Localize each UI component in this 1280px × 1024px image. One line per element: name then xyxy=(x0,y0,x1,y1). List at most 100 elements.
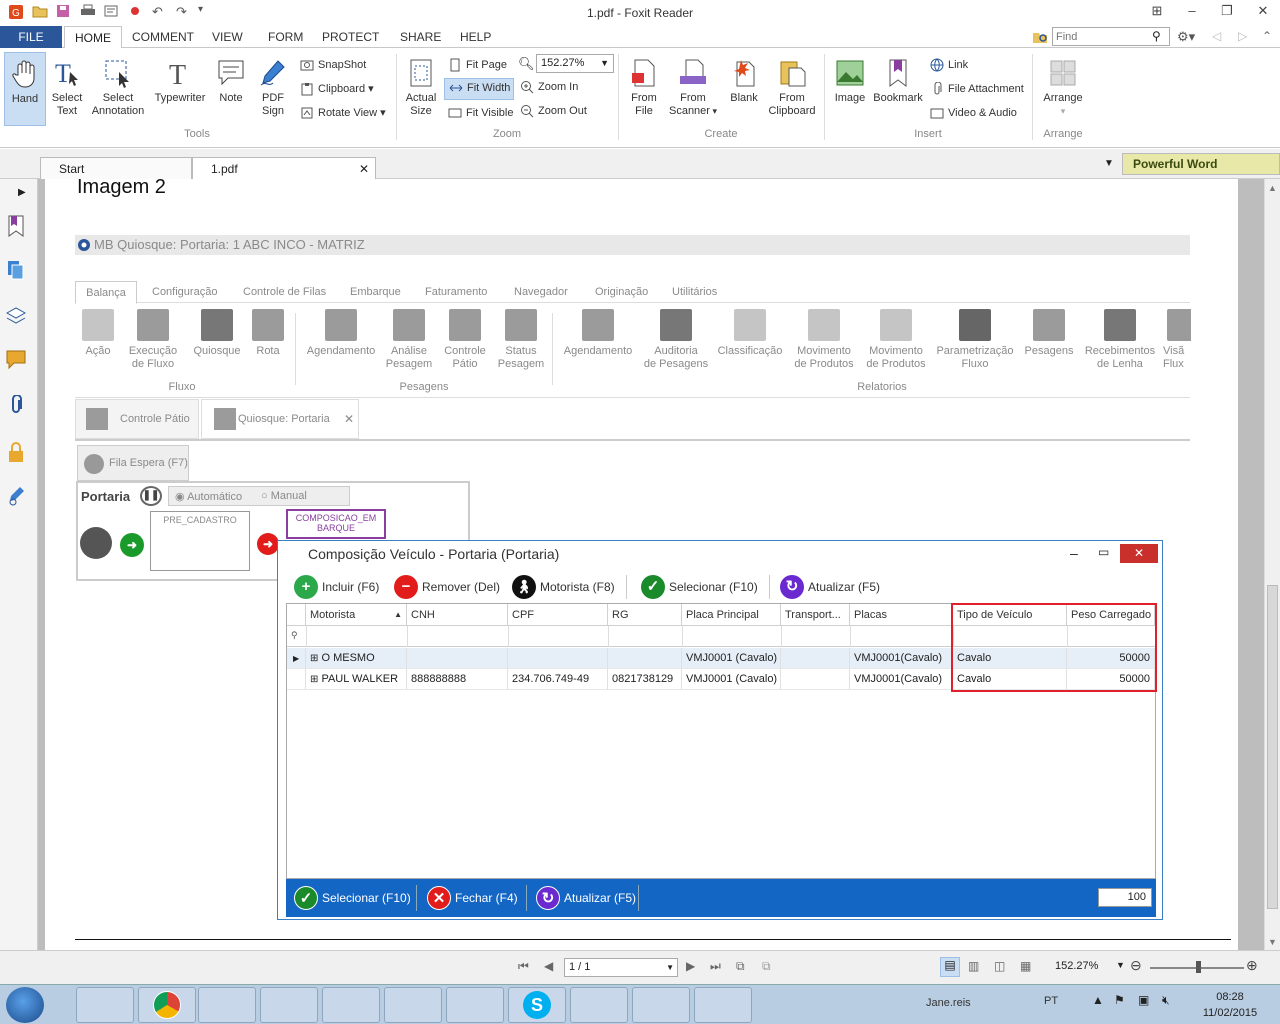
expand-icon[interactable]: ⊞ xyxy=(310,653,318,664)
language-indicator[interactable]: PT xyxy=(1044,995,1058,1007)
acao-button[interactable]: Ação xyxy=(81,309,115,358)
automatico-radio[interactable]: ◉ Automático xyxy=(175,490,242,503)
fit-width-button[interactable]: Fit Width xyxy=(444,78,514,100)
volume-icon[interactable]: 🔇︎ xyxy=(1162,993,1170,1008)
app-taskbar-icon[interactable] xyxy=(694,987,752,1023)
cell-cpf[interactable]: 234.706.749-49 xyxy=(508,669,608,690)
auditoria-pesagens-button[interactable]: Auditoria de Pesagens xyxy=(641,309,711,371)
close-tab-icon[interactable]: ✕ xyxy=(359,158,369,180)
expand-panel-icon[interactable]: ▶ xyxy=(18,187,26,198)
continuous-view-icon[interactable]: ▥ xyxy=(968,959,979,973)
actual-size-button[interactable]: Actual Size xyxy=(402,58,440,118)
rotate-view-button[interactable]: Rotate View ▾ xyxy=(300,104,386,122)
app-tab-embarque[interactable]: Embarque xyxy=(350,286,401,298)
chrome-taskbar-icon[interactable] xyxy=(138,987,196,1023)
fit-page-button[interactable]: Fit Page xyxy=(448,56,507,74)
dialog-minimize-button[interactable]: – xyxy=(1070,545,1078,561)
column-header-cpf[interactable]: CPF xyxy=(508,604,608,626)
next-page-icon[interactable]: ▶ xyxy=(686,959,695,973)
cell-cnh[interactable]: 888888888 xyxy=(407,669,508,690)
incluir-button[interactable]: + Incluir (F6) xyxy=(294,575,379,599)
tab-comment[interactable]: COMMENT xyxy=(132,30,194,44)
blank-button[interactable]: Blank xyxy=(724,58,764,105)
snapshot-button[interactable]: SnapShot xyxy=(300,56,366,74)
composicao-embarque-box[interactable]: COMPOSICAO_EM BARQUE xyxy=(286,509,386,539)
app-taskbar-icon[interactable] xyxy=(570,987,628,1023)
from-scanner-button[interactable]: From Scanner ▾ xyxy=(666,58,720,118)
comments-icon[interactable] xyxy=(6,349,30,373)
quiosque-button[interactable]: Quiosque xyxy=(191,309,243,358)
dialog-close-button[interactable]: ✕ xyxy=(1120,544,1158,563)
skype-taskbar-icon[interactable]: S xyxy=(508,987,566,1023)
tab-share[interactable]: SHARE xyxy=(400,30,441,44)
app-tab-navegador[interactable]: Navegador xyxy=(514,286,568,298)
cell-transportadora[interactable] xyxy=(781,669,850,690)
fit-visible-button[interactable]: Fit Visible xyxy=(448,104,513,122)
network-taskbar-icon[interactable] xyxy=(446,987,504,1023)
fila-espera-button[interactable]: Fila Espera (F7) xyxy=(77,445,189,481)
controle-patio-button[interactable]: Controle Pátio xyxy=(439,309,491,371)
collapse-ribbon-icon[interactable]: ⌃ xyxy=(1262,29,1272,43)
tab-home[interactable]: HOME xyxy=(64,26,122,49)
cell-cpf[interactable] xyxy=(508,648,608,669)
file-attachment-button[interactable]: File Attachment xyxy=(930,80,1024,98)
close-tab-icon[interactable]: ✕ xyxy=(344,412,354,426)
pdf-sign-button[interactable]: PDF Sign xyxy=(252,58,294,118)
vertical-scrollbar[interactable]: ▲ ▼ xyxy=(1264,179,1280,950)
lock-icon[interactable] xyxy=(6,441,30,465)
cell-transportadora[interactable] xyxy=(781,648,850,669)
note-button[interactable]: Note xyxy=(212,58,250,105)
execucao-fluxo-button[interactable]: Execução de Fluxo xyxy=(123,309,183,371)
attachments-icon[interactable] xyxy=(6,394,30,419)
footer-selecionar-button[interactable]: ✓ Selecionar (F10) xyxy=(294,886,411,910)
column-header-transportadora[interactable]: Transport... xyxy=(781,604,850,626)
rota-button[interactable]: Rota xyxy=(250,309,286,358)
app-tab-controle-filas[interactable]: Controle de Filas xyxy=(243,286,326,298)
movimento-produtos-1-button[interactable]: Movimento de Produtos xyxy=(791,309,857,371)
scroll-thumb[interactable] xyxy=(1267,585,1278,909)
scroll-down-icon[interactable]: ▼ xyxy=(1268,937,1277,947)
start-button[interactable] xyxy=(6,987,44,1023)
footer-fechar-button[interactable]: ✕ Fechar (F4) xyxy=(427,886,518,910)
cell-motorista[interactable]: ⊞ PAUL WALKER xyxy=(306,669,407,690)
continuous-facing-view-icon[interactable]: ▦ xyxy=(1020,959,1031,973)
cell-rg[interactable] xyxy=(608,648,682,669)
promo-banner[interactable]: Powerful Word Processor xyxy=(1122,153,1280,191)
zoom-in-icon[interactable]: ⊕ xyxy=(1246,957,1258,974)
pause-icon[interactable]: ❚❚ xyxy=(140,486,162,506)
recebimentos-lenha-button[interactable]: Recebimentos de Lenha xyxy=(1083,309,1157,371)
link-button[interactable]: Link xyxy=(930,56,968,74)
cell-placas[interactable]: VMJ0001(Cavalo) xyxy=(850,669,953,690)
app-taskbar-icon[interactable] xyxy=(632,987,690,1023)
extract-page-icon[interactable]: ⧉ xyxy=(736,959,745,974)
motorista-button[interactable]: 🚶︎ Motorista (F8) xyxy=(512,575,615,599)
video-audio-button[interactable]: Video & Audio xyxy=(930,104,1017,122)
postgres-taskbar-icon[interactable] xyxy=(198,987,256,1023)
column-header-cnh[interactable]: CNH xyxy=(407,604,508,626)
image-button[interactable]: Image xyxy=(830,58,870,105)
from-file-button[interactable]: From File xyxy=(624,58,664,118)
close-button[interactable]: ✕ xyxy=(1248,3,1278,19)
select-text-button[interactable]: T Select Text xyxy=(48,58,86,118)
minimize-button[interactable]: – xyxy=(1177,3,1207,18)
show-hidden-icons-icon[interactable]: ▲ xyxy=(1092,993,1104,1007)
record-count-field[interactable]: 100 xyxy=(1098,888,1152,907)
clock-time[interactable]: 08:28 xyxy=(1200,991,1260,1003)
tab-1pdf[interactable]: 1.pdf ✕ xyxy=(192,157,376,179)
search-icon[interactable]: ⚲ xyxy=(1152,29,1161,43)
cell-cnh[interactable] xyxy=(407,648,508,669)
clipboard-button[interactable]: Clipboard ▾ xyxy=(300,80,374,98)
layers-icon[interactable] xyxy=(5,305,30,329)
column-header-placa-principal[interactable]: Placa Principal xyxy=(682,604,781,626)
last-page-icon[interactable]: ⏭ xyxy=(710,959,721,974)
parametrizacao-fluxo-button[interactable]: Parametrização Fluxo xyxy=(935,309,1015,371)
explorer-taskbar-icon[interactable] xyxy=(76,987,134,1023)
app-tab-balanca[interactable]: Balança xyxy=(75,281,137,304)
zoom-slider-thumb[interactable] xyxy=(1196,961,1201,973)
select-annotation-button[interactable]: Select Annotation xyxy=(88,58,148,118)
signature-icon[interactable] xyxy=(6,485,30,509)
tab-form[interactable]: FORM xyxy=(268,30,303,44)
arrange-button[interactable]: Arrange ▾ xyxy=(1038,58,1088,118)
app-taskbar-icon[interactable] xyxy=(384,987,442,1023)
status-pesagem-button[interactable]: Status Pesagem xyxy=(495,309,547,371)
